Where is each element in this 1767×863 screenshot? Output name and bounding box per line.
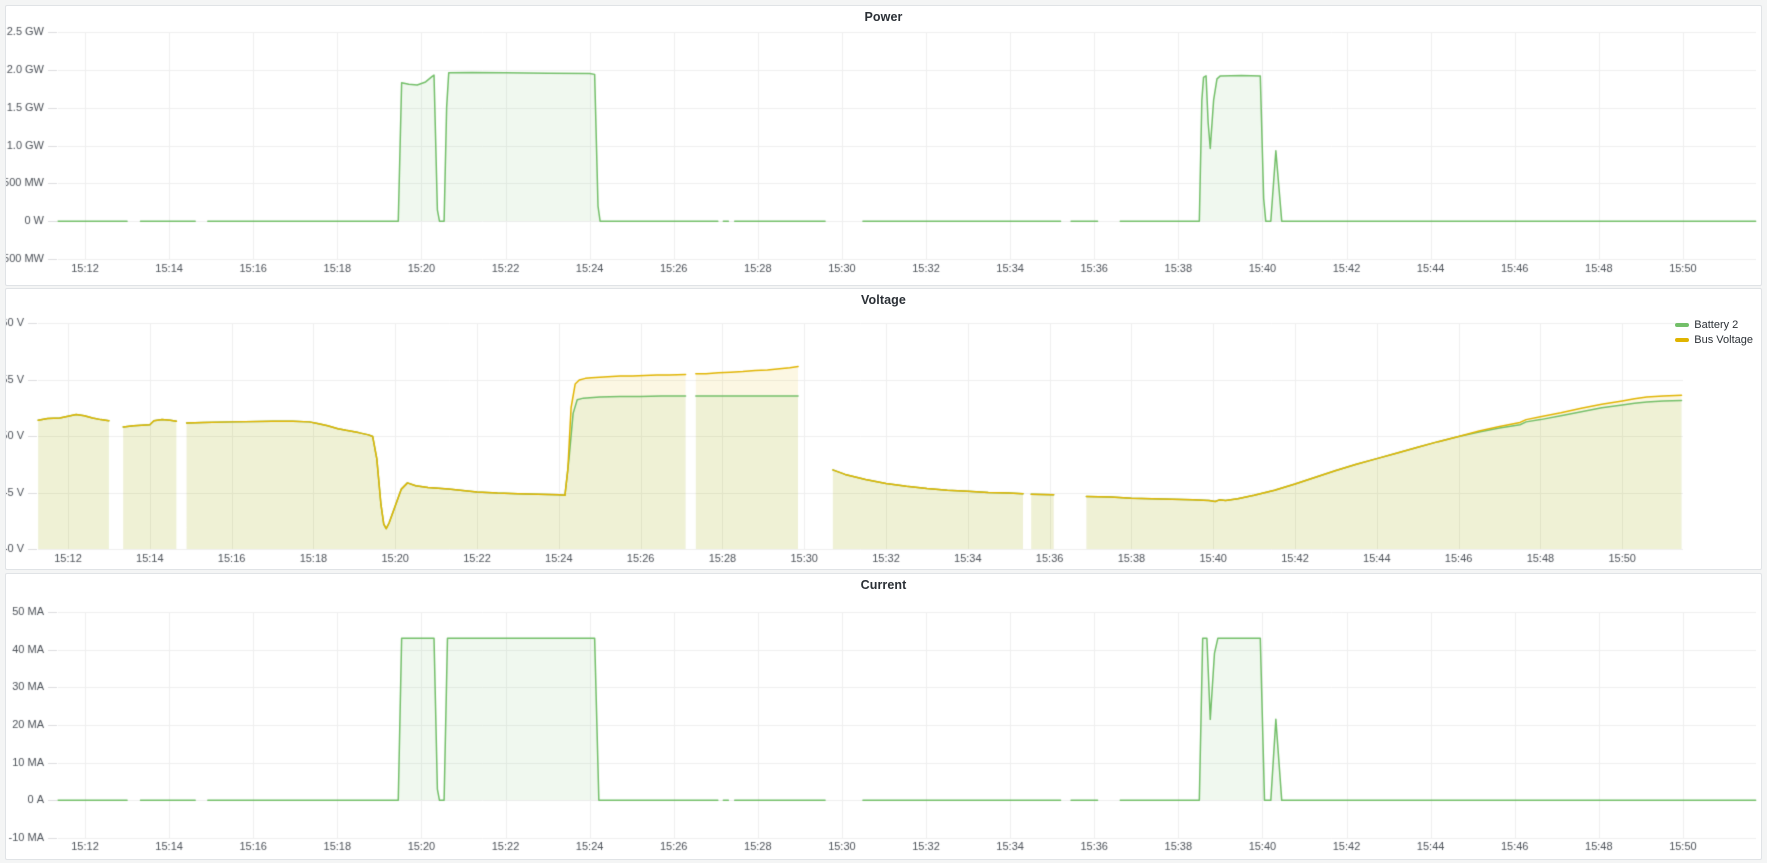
panel-title-power[interactable]: Power <box>6 6 1761 28</box>
dashboard: Power Voltage Battery 2 Bus Voltage Curr… <box>0 0 1767 863</box>
voltage-legend: Battery 2 Bus Voltage <box>1675 319 1753 346</box>
panel-current: Current <box>5 573 1762 860</box>
panel-power: Power <box>5 5 1762 286</box>
panel-title-current[interactable]: Current <box>6 574 1761 596</box>
legend-item-bus-voltage[interactable]: Bus Voltage <box>1675 334 1753 346</box>
legend-item-battery2[interactable]: Battery 2 <box>1675 319 1753 331</box>
panel-title-voltage[interactable]: Voltage <box>6 289 1761 311</box>
power-chart-canvas[interactable] <box>6 6 1759 283</box>
current-chart-canvas[interactable] <box>6 574 1759 857</box>
bus-voltage-series-swatch <box>1675 338 1689 342</box>
battery2-series-swatch <box>1675 323 1689 327</box>
legend-label-battery2: Battery 2 <box>1694 319 1738 331</box>
voltage-chart-canvas[interactable] <box>6 289 1759 567</box>
panel-voltage: Voltage Battery 2 Bus Voltage <box>5 288 1762 570</box>
legend-label-bus-voltage: Bus Voltage <box>1694 334 1753 346</box>
